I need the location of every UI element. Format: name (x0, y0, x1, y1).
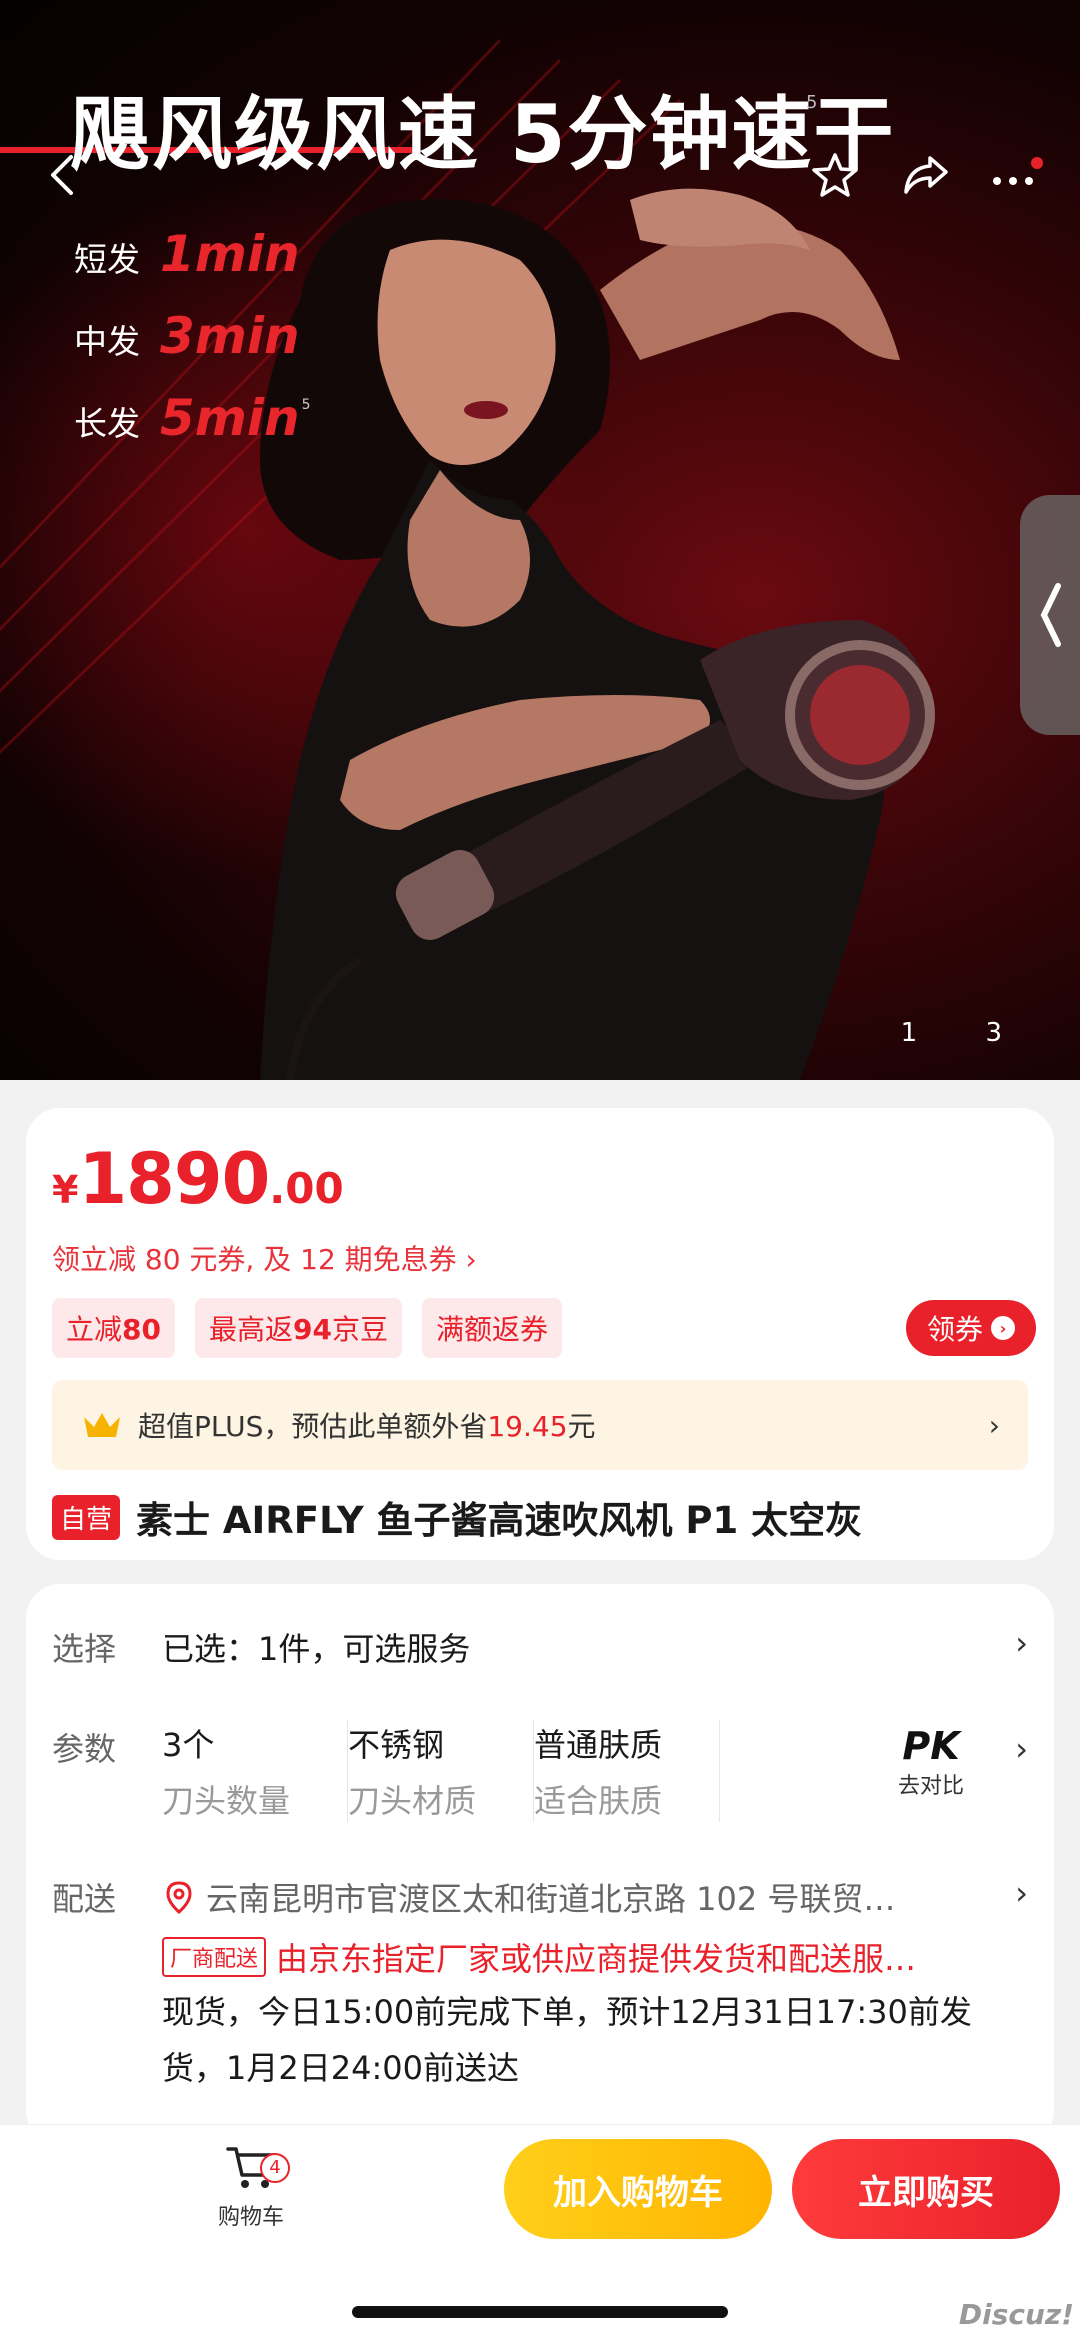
side-drawer-tab[interactable] (1020, 495, 1080, 735)
dry-time-stats: 短发 1min 中发 3min 长发 5min 5 (74, 225, 311, 471)
stat-footnote: 5 (301, 397, 311, 413)
factory-delivery-tag: 厂商配送 (162, 1937, 267, 1977)
coupon-link[interactable]: 领立减 80 元券, 及 12 期免息券 › (52, 1238, 477, 1278)
home-indicator[interactable] (352, 2306, 728, 2318)
chevron-left-icon (1040, 583, 1061, 647)
stat-value: 5min (160, 389, 300, 447)
stock-delivery-estimate: 现货，今日15:00前完成下单，预计12月31日17:30前发货，1月2日24:… (162, 1993, 972, 2087)
share-icon (904, 156, 948, 194)
currency-symbol: ¥ (52, 1168, 79, 1212)
cart-label: 购物车 (217, 2205, 284, 2230)
plus-membership-bar[interactable]: 超值PLUS，预估此单额外省19.45元 › (52, 1380, 1028, 1470)
tag-text: 最高返 (208, 1313, 293, 1346)
select-label: 选择 (52, 1630, 117, 1668)
cart-button[interactable]: 4 购物车 (206, 2141, 296, 2231)
self-operated-badge: 自营 (52, 1494, 121, 1540)
promo-tags: 立减80 最高返94京豆 满额返券 (52, 1298, 562, 1358)
param-key: 刀头数量 (162, 1782, 291, 1820)
stat-label: 中发 (74, 322, 140, 361)
tag-number: 80 (122, 1313, 161, 1346)
location-pin-icon (166, 1881, 192, 1914)
plus-text: 超值PLUS，预估此单额外省19.45元 (138, 1405, 596, 1445)
hero-headline-footnote: 5 (806, 92, 818, 113)
stat-medium-hair: 中发 3min (74, 307, 311, 389)
chevron-right-icon[interactable]: › (1015, 1624, 1028, 1662)
address-text: 云南昆明市官渡区太和街道北京路 102 号联贸… (206, 1880, 896, 1918)
favorite-button[interactable] (800, 140, 870, 210)
price-decimal: .00 (269, 1164, 344, 1213)
chevron-right-icon: › (988, 1408, 1000, 1442)
param-value: 3个 (162, 1726, 215, 1764)
param-item: 3个 刀头数量 (162, 1720, 348, 1822)
promo-tag[interactable]: 最高返94京豆 (194, 1298, 402, 1358)
stat-short-hair: 短发 1min (74, 225, 311, 307)
stat-value: 1min (160, 225, 300, 283)
tag-number: 94 (293, 1313, 332, 1346)
share-button[interactable] (890, 140, 960, 210)
buy-now-button[interactable]: 立即购买 (792, 2139, 1060, 2239)
delivery-address[interactable]: 云南昆明市官渡区太和街道北京路 102 号联贸… (162, 1874, 1002, 1920)
param-item: 不锈钢 刀头材质 (348, 1720, 534, 1822)
watermark: Discuz! (958, 2298, 1074, 2331)
chevron-right-icon[interactable]: › (1015, 1730, 1028, 1768)
param-key: 刀头材质 (348, 1782, 477, 1820)
add-to-cart-button[interactable]: 加入购物车 (504, 2139, 772, 2239)
get-coupon-label: 领券 (926, 1313, 983, 1346)
params-label: 参数 (52, 1730, 117, 1768)
stat-label: 短发 (74, 240, 140, 279)
more-button[interactable] (980, 140, 1050, 210)
tag-text: 京豆 (331, 1313, 388, 1346)
tag-text: 满额返券 (435, 1313, 548, 1346)
promo-tag[interactable]: 立减80 (52, 1298, 175, 1358)
plus-amount: 19.45 (487, 1410, 568, 1443)
stat-long-hair: 长发 5min 5 (74, 389, 311, 471)
back-button[interactable] (28, 140, 98, 210)
cart-count-badge: 4 (260, 2153, 290, 2183)
carousel-page-indicator: 1 3 (900, 1018, 1032, 1048)
hero-headline: 飓风级风速 5分钟速干 (70, 88, 896, 181)
compare-label: 去对比 (897, 1774, 964, 1799)
price-integer: 1890 (78, 1138, 270, 1220)
chevron-left-icon (51, 155, 73, 195)
stat-label: 长发 (74, 404, 140, 443)
chevron-right-icon[interactable]: › (1015, 1874, 1028, 1912)
factory-delivery-info: 厂商配送 由京东指定厂家或供应商提供发货和配送服… (162, 1934, 916, 1980)
factory-delivery-text: 由京东指定厂家或供应商提供发货和配送服… (276, 1940, 917, 1978)
params-list[interactable]: 3个 刀头数量 不锈钢 刀头材质 普通肤质 适合肤质 (162, 1720, 720, 1822)
product-title-row: 自营 素士 AIRFLY 鱼子酱高速吹风机 P1 太空灰 (52, 1490, 862, 1544)
delivery-label: 配送 (52, 1880, 117, 1918)
options-card: 选择 已选：1件，可选服务 › 参数 3个 刀头数量 不锈钢 刀头材质 普通肤质… (26, 1584, 1054, 2144)
stat-value: 3min (160, 307, 300, 365)
tag-text: 立减 (66, 1313, 123, 1346)
param-value: 不锈钢 (348, 1726, 445, 1764)
selection-summary[interactable]: 已选：1件，可选服务 (162, 1624, 470, 1670)
plus-text-main: 超值PLUS，预估此单额外省 (138, 1410, 488, 1443)
pk-label: PK (902, 1724, 960, 1768)
param-value: 普通肤质 (534, 1726, 663, 1764)
star-icon (812, 153, 858, 197)
promo-tag[interactable]: 满额返券 (421, 1298, 562, 1358)
product-image-carousel[interactable]: 飓风级风速 5分钟速干 5 短发 1min 中发 3min 长发 5min 5 … (0, 0, 1080, 1080)
param-key: 适合肤质 (534, 1782, 663, 1820)
more-dots-icon (993, 157, 1043, 185)
price-card: ¥1890.00 领立减 80 元券, 及 12 期免息券 › 立减80 最高返… (26, 1108, 1054, 1560)
chevron-right-icon: › (991, 1316, 1015, 1340)
param-item: 普通肤质 适合肤质 (534, 1720, 720, 1822)
product-title: 素士 AIRFLY 鱼子酱高速吹风机 P1 太空灰 (136, 1499, 863, 1542)
compare-button[interactable]: PK 去对比 (898, 1724, 964, 1800)
price: ¥1890.00 (52, 1138, 344, 1220)
crown-icon (84, 1413, 120, 1437)
plus-unit: 元 (567, 1410, 596, 1443)
get-coupon-button[interactable]: 领券 › (906, 1300, 1036, 1356)
